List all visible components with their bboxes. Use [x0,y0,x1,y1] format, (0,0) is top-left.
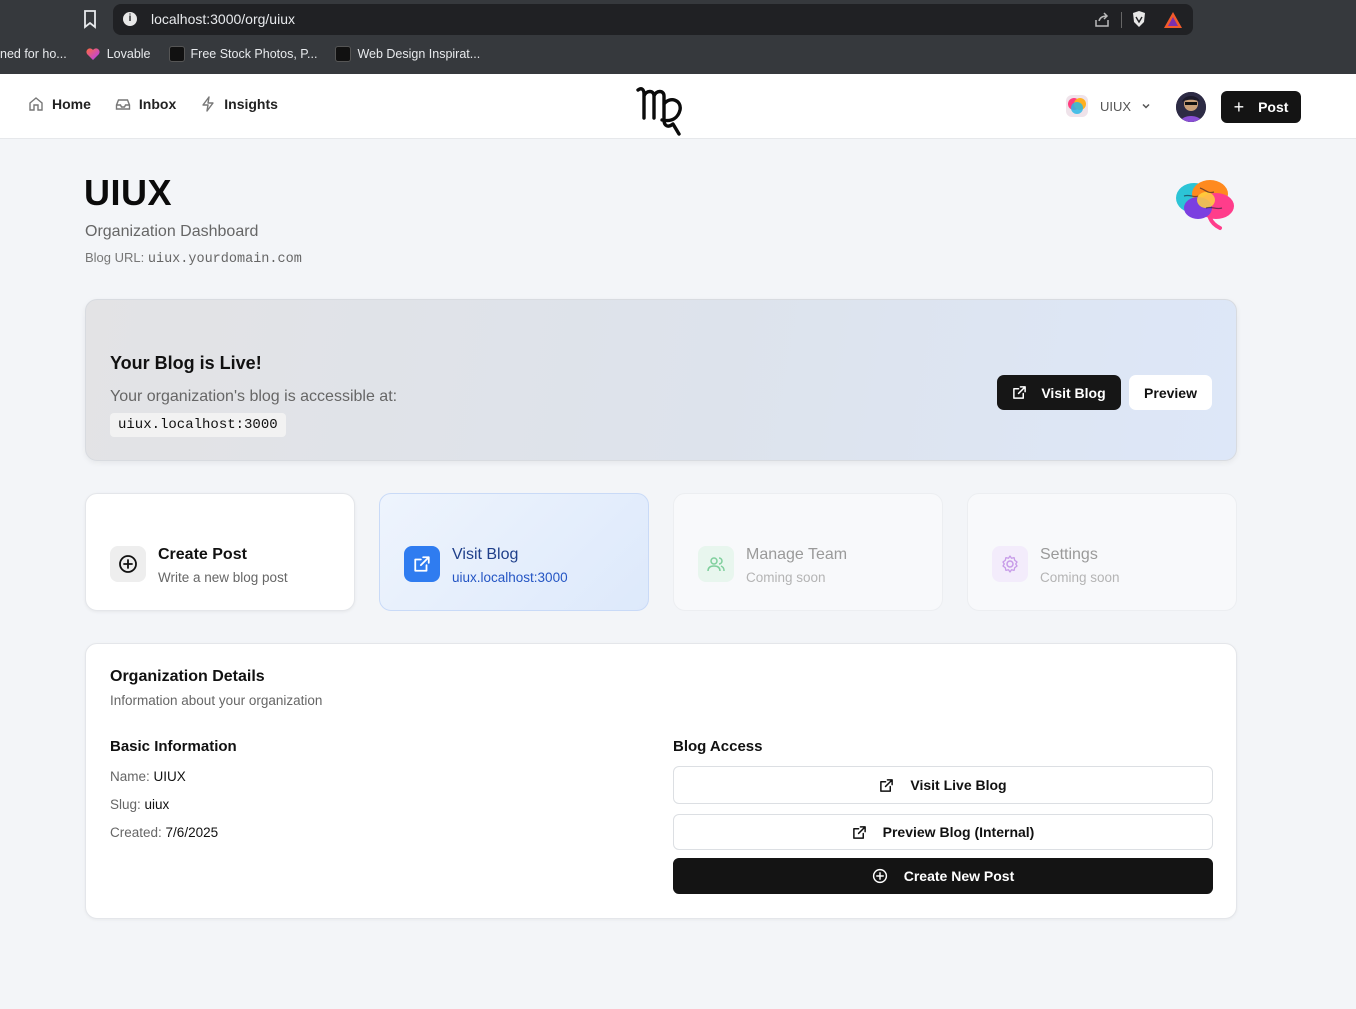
bookmark-item-pexels[interactable]: Free Stock Photos, P... [168,46,317,62]
org-name: UIUX [1100,98,1132,114]
card-settings[interactable]: Settings Coming soon [967,493,1237,611]
card-manage-team[interactable]: Manage Team Coming soon [673,493,943,611]
browser-chrome: i localhost:3000/org/uiux ned for ho... … [0,0,1356,74]
organization-details-panel: Organization Details Information about y… [85,643,1237,919]
card-subtitle: uiux.localhost:3000 [452,570,568,585]
card-subtitle: Coming soon [746,570,826,585]
users-icon [707,557,725,572]
blog-live-banner: Your Blog is Live! Your organization's b… [85,299,1237,461]
user-avatar[interactable] [1176,92,1206,122]
lovable-heart-icon [86,48,100,60]
zap-icon [202,96,214,112]
brave-rewards-icon[interactable] [1163,11,1183,29]
card-create-post[interactable]: Create Post Write a new blog post [85,493,355,611]
card-icon-box [698,546,734,582]
chevron-down-icon [1142,103,1150,109]
org-avatar [1066,95,1088,117]
main-nav: Home Inbox Insights [28,96,302,112]
external-link-icon [852,825,866,839]
basic-info-heading: Basic Information [110,738,237,755]
gear-icon [1002,555,1018,573]
details-subtitle: Information about your organization [110,693,323,708]
visit-live-blog-button[interactable]: Visit Live Blog [673,766,1213,804]
app-header: Home Inbox Insights UIUX + Post [0,74,1356,139]
preview-button[interactable]: Preview [1129,375,1212,410]
create-new-post-button[interactable]: Create New Post [673,858,1213,894]
url-text[interactable]: localhost:3000/org/uiux [151,11,295,27]
brain-logo-icon [1176,180,1234,230]
card-subtitle: Write a new blog post [158,570,288,585]
nav-home[interactable]: Home [28,96,91,112]
card-icon-box [110,546,146,582]
banner-title: Your Blog is Live! [110,353,262,373]
bookmark-icon[interactable] [82,9,98,29]
address-bar[interactable]: i localhost:3000/org/uiux [113,4,1193,35]
virgo-logo-icon[interactable] [635,80,687,136]
card-icon-box [992,546,1028,582]
blog-address: uiux.localhost:3000 [110,413,286,437]
nav-inbox[interactable]: Inbox [115,96,176,112]
pexels-icon [168,46,185,62]
external-link-icon [414,556,430,572]
divider [1121,12,1122,28]
bookmarks-bar: ned for ho... Lovable Free Stock Photos,… [0,42,498,66]
blog-access-heading: Blog Access [673,738,763,755]
details-title: Organization Details [110,668,265,685]
org-slug-row: Slug: uiux [110,797,170,812]
new-post-button[interactable]: + Post [1221,91,1301,123]
card-icon-box [404,546,440,582]
bookmark-item-lovable[interactable]: Lovable [85,46,151,62]
org-name-row: Name: UIUX [110,769,186,784]
card-title: Create Post [158,546,247,563]
preview-blog-internal-button[interactable]: Preview Blog (Internal) [673,814,1213,850]
banner-text: Your organization's blog is accessible a… [110,388,398,405]
inbox-icon [115,99,131,110]
card-title: Visit Blog [452,546,519,563]
card-title: Manage Team [746,546,848,563]
plus-circle-icon [872,868,887,884]
card-visit-blog[interactable]: Visit Blog uiux.localhost:3000 [379,493,649,611]
share-icon[interactable] [1093,11,1111,29]
org-switcher[interactable]: UIUX [1066,95,1151,117]
awwwards-icon [335,46,352,62]
card-subtitle: Coming soon [1040,570,1120,585]
nav-insights[interactable]: Insights [200,96,278,112]
visit-blog-button[interactable]: Visit Blog [997,375,1121,410]
plus-circle-icon [119,555,137,573]
card-title: Settings [1040,546,1098,563]
brave-shield-icon[interactable] [1131,10,1147,28]
org-created-row: Created: 7/6/2025 [110,825,219,840]
blog-url: Blog URL: uiux.yourdomain.com [85,250,302,267]
bookmark-item-awwwards[interactable]: Web Design Inspirat... [335,46,480,62]
home-icon [29,97,43,111]
external-link-icon [880,778,894,792]
site-info-icon[interactable]: i [123,12,137,26]
plus-icon: + [1233,97,1245,117]
bookmark-item[interactable]: ned for ho... [0,47,67,61]
page-title: UIUX [84,172,173,213]
external-link-icon [1013,386,1027,399]
page-subtitle: Organization Dashboard [85,223,259,240]
